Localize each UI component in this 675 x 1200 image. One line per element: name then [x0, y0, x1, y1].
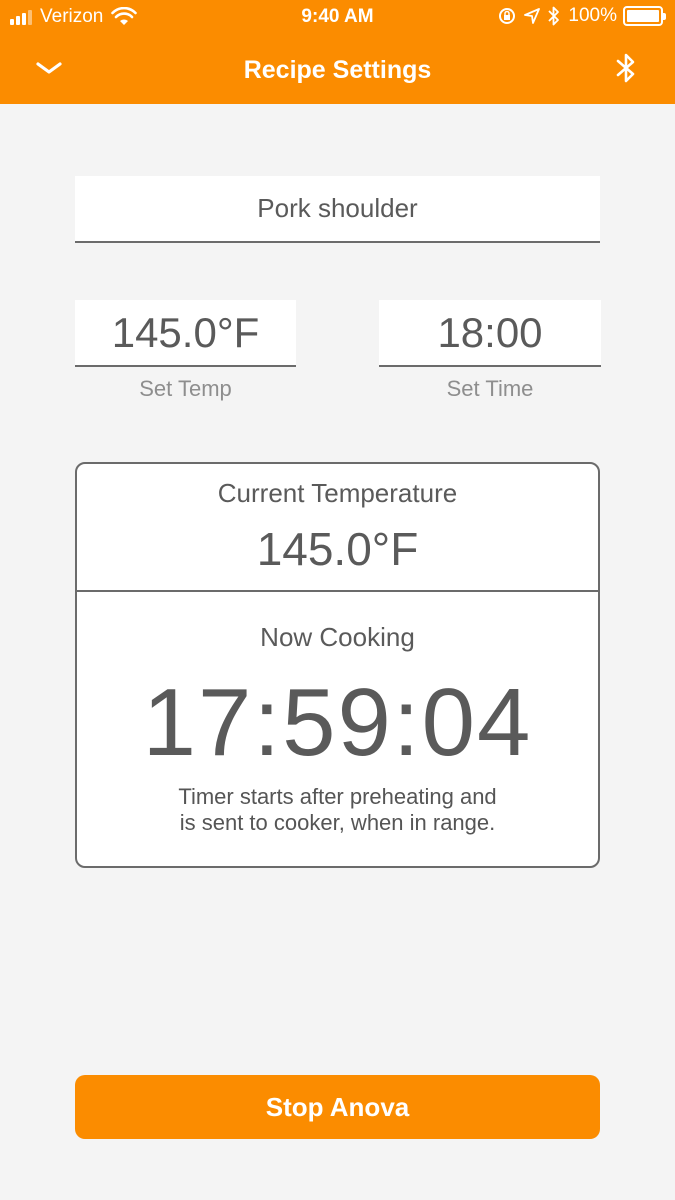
countdown-timer: 17:59:04: [142, 669, 533, 776]
page-title: Recipe Settings: [243, 56, 432, 84]
location-icon: [524, 8, 541, 24]
status-right: 100%: [498, 5, 666, 27]
current-temp-label: Current Temperature: [217, 478, 458, 508]
bluetooth-icon: [548, 6, 560, 26]
app-header: Verizon 9:40 AM 100% Recipe Settings: [0, 0, 675, 104]
status-bar: Verizon 9:40 AM 100%: [0, 0, 675, 36]
battery-icon: [623, 6, 666, 26]
cooking-status-card: Current Temperature 145.0°F Now Cooking …: [75, 462, 600, 868]
battery-percent: 100%: [568, 5, 617, 26]
timer-note-line-1: Timer starts after preheating and: [178, 784, 497, 809]
set-time-field[interactable]: 18:00: [379, 300, 601, 367]
set-time-label: Set Time: [446, 376, 534, 401]
recipe-name-field[interactable]: Pork shoulder: [75, 176, 600, 243]
stop-anova-button[interactable]: Stop Anova: [75, 1075, 600, 1139]
now-cooking-label: Now Cooking: [260, 622, 415, 652]
set-temp-label: Set Temp: [139, 376, 232, 401]
set-temp-field[interactable]: 145.0°F: [75, 300, 296, 367]
timer-note-line-2: is sent to cooker, when in range.: [179, 810, 496, 835]
rotation-lock-icon: [499, 8, 516, 24]
bluetooth-icon[interactable]: [614, 52, 638, 84]
current-temp-value: 145.0°F: [256, 523, 419, 575]
card-divider: [77, 590, 598, 592]
timer-note: Timer starts after preheating and is sen…: [77, 784, 598, 836]
